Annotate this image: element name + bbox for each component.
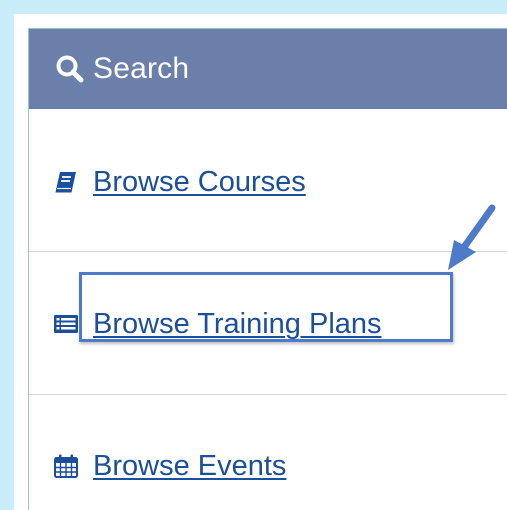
panel-inner: Search Browse Courses Browse Training Pl… [28, 28, 507, 510]
browse-events-link[interactable]: Browse Events [93, 450, 286, 483]
menu-item-browse-events[interactable]: Browse Events [29, 431, 507, 501]
calendar-icon [54, 454, 78, 478]
divider [29, 394, 507, 395]
search-panel: Search Browse Courses Browse Training Pl… [0, 0, 507, 510]
menu-item-browse-courses[interactable]: Browse Courses [29, 147, 507, 217]
highlight-box [79, 272, 453, 342]
book-icon [55, 172, 76, 193]
search-header[interactable]: Search [29, 29, 507, 109]
search-icon [56, 55, 84, 83]
browse-courses-link[interactable]: Browse Courses [93, 166, 306, 199]
divider [29, 251, 507, 252]
pointer-arrow-icon [448, 204, 496, 270]
search-title: Search [93, 52, 190, 85]
list-icon [54, 315, 78, 333]
